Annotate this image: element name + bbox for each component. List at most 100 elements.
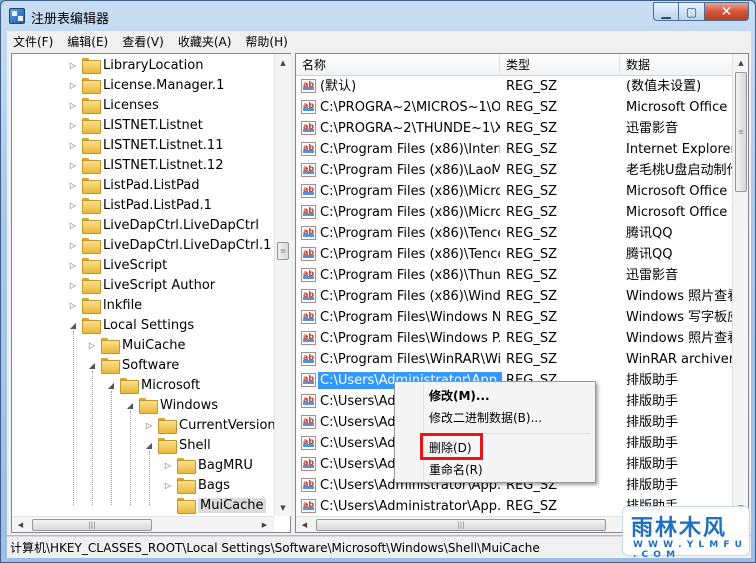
tree-expand-icon[interactable]: ▷: [68, 220, 78, 230]
tree-expand-icon[interactable]: ▷: [68, 260, 78, 270]
table-row[interactable]: ab C:\Program Files (x86)\Wind... REG_SZ Wi…: [296, 286, 734, 307]
tree-scroll-thumb[interactable]: ≡: [277, 242, 289, 260]
tree-collapse-icon[interactable]: ◢: [87, 360, 97, 370]
tree-vertical-scrollbar[interactable]: ▲ ≡ ▼: [274, 54, 291, 516]
tree-expand-icon[interactable]: ▷: [68, 280, 78, 290]
tree-node[interactable]: ▷ License.Manager.1: [68, 75, 224, 95]
table-row[interactable]: ab C:\Program Files (x86)\LaoM... REG_SZ 老毛…: [296, 160, 734, 181]
tree-expand-icon[interactable]: ▷: [87, 340, 97, 350]
folder-icon: [82, 318, 101, 334]
tree-node[interactable]: ▷ LiveScript: [68, 255, 167, 275]
tree-expand-icon[interactable]: ▷: [68, 100, 78, 110]
tree-node-label: Microsoft: [141, 377, 201, 393]
table-row[interactable]: ab C:\Program Files\WinRAR\Wi... REG_SZ Win…: [296, 349, 734, 370]
tree-node[interactable]: ▷ Bags: [163, 475, 230, 495]
tree-expand-icon[interactable]: ▷: [68, 140, 78, 150]
tree-scroll-right-icon[interactable]: ▶: [256, 517, 273, 533]
context-menu-modify-binary[interactable]: 修改二进制数据(B)...: [397, 407, 593, 429]
table-row[interactable]: ab C:\Program Files\Windows N... REG_SZ Win…: [296, 307, 734, 328]
tree-node[interactable]: ▷ LibraryLocation: [68, 55, 203, 75]
column-header-type[interactable]: 类型: [500, 54, 620, 76]
cell-data: Internet Explorer: [626, 142, 734, 157]
list-hscroll-thumb[interactable]: |||: [316, 519, 606, 531]
table-row[interactable]: ab (默认) REG_SZ (数值未设置): [296, 76, 734, 97]
tree-node[interactable]: ▷ lnkfile: [68, 295, 142, 315]
tree-node[interactable]: ▷ MuiCache: [87, 335, 186, 355]
menu-edit[interactable]: 编辑(E): [67, 33, 108, 50]
list-scroll-left-icon[interactable]: ◀: [296, 517, 313, 532]
title-bar[interactable]: 注册表编辑器 ▁ ▢ ✕: [1, 1, 755, 31]
tree-node[interactable]: ▷ BagMRU: [163, 455, 253, 475]
tree-scroll-left-icon[interactable]: ◀: [12, 517, 29, 533]
tree-expand-icon[interactable]: ▷: [68, 160, 78, 170]
folder-icon: [82, 78, 101, 94]
context-menu-rename[interactable]: 重命名(R): [397, 459, 593, 481]
tree-expand-icon[interactable]: ▷: [68, 80, 78, 90]
tree-node[interactable]: ◢ Local Settings: [68, 315, 194, 335]
menu-help[interactable]: 帮助(H): [245, 33, 287, 50]
table-row[interactable]: ab C:\Program Files (x86)\Thund... REG_SZ 迅…: [296, 265, 734, 286]
menu-view[interactable]: 查看(V): [122, 33, 164, 50]
tree-node[interactable]: ▷ LiveScript Author: [68, 275, 215, 295]
tree-node[interactable]: ▷ LiveDapCtrl.LiveDapCtrl.1: [68, 235, 271, 255]
cell-type: REG_SZ: [506, 184, 557, 199]
registry-tree-pane[interactable]: ▷ LibraryLocation ▷ License.Manager.1 ▷ Licen…: [11, 53, 291, 533]
tree-expand-icon[interactable]: ▷: [68, 180, 78, 190]
table-row[interactable]: ab C:\Program Files\Windows P... REG_SZ Win…: [296, 328, 734, 349]
tree-expand-icon[interactable]: ▷: [144, 420, 154, 430]
tree-expand-icon[interactable]: ▷: [68, 60, 78, 70]
context-menu-modify[interactable]: 修改(M)...: [397, 385, 593, 407]
column-header-name[interactable]: 名称: [296, 54, 500, 76]
tree-collapse-icon[interactable]: ◢: [68, 320, 78, 330]
tree-expand-icon[interactable]: ▷: [163, 460, 173, 470]
maximize-button[interactable]: ▢: [679, 2, 705, 21]
tree-node[interactable]: MuiCache: [163, 495, 266, 514]
tree-node[interactable]: ▷ LiveDapCtrl.LiveDapCtrl: [68, 215, 259, 235]
tree-collapse-icon[interactable]: ◢: [144, 440, 154, 450]
tree-expand-icon[interactable]: ▷: [68, 300, 78, 310]
tree-node[interactable]: ◢ Windows: [125, 395, 218, 415]
tree-node[interactable]: ◢ Microsoft: [106, 375, 200, 395]
tree-hscroll-thumb[interactable]: |||: [32, 519, 152, 531]
table-row[interactable]: ab C:\Program Files (x86)\Tence... REG_SZ 腾…: [296, 244, 734, 265]
tree-node-label: LiveScript Author: [103, 277, 216, 293]
tree-collapse-icon[interactable]: ◢: [125, 400, 135, 410]
string-value-icon: ab: [301, 205, 316, 219]
minimize-button[interactable]: ▁: [653, 2, 679, 21]
tree-node[interactable]: ◢ Shell: [144, 435, 211, 455]
tree-collapse-icon[interactable]: ◢: [106, 380, 116, 390]
folder-icon: [82, 238, 101, 254]
table-row[interactable]: ab C:\Program Files (x86)\Micro... REG_SZ M…: [296, 202, 734, 223]
table-row[interactable]: ab C:\PROGRA~2\MICROS~1\O... REG_SZ Microso…: [296, 97, 734, 118]
list-vertical-scrollbar[interactable]: ▲ ≡ ▼: [732, 54, 748, 516]
table-row[interactable]: ab C:\Program Files (x86)\Intern... REG_SZ…: [296, 139, 734, 160]
tree-horizontal-scrollbar[interactable]: ◀ ||| ▶: [12, 516, 274, 532]
tree-node[interactable]: ▷ ListPad.ListPad: [68, 175, 200, 195]
tree-node[interactable]: ▷ Licenses: [68, 95, 159, 115]
folder-icon: [177, 458, 196, 474]
tree-expand-icon[interactable]: ▷: [68, 240, 78, 250]
menu-file[interactable]: 文件(F): [13, 33, 53, 50]
tree-expand-icon[interactable]: ▷: [68, 120, 78, 130]
tree-node[interactable]: ◢ Software: [87, 355, 179, 375]
tree-scroll-down-icon[interactable]: ▼: [275, 499, 291, 516]
close-button[interactable]: ✕: [705, 2, 749, 21]
tree-node[interactable]: ▷ CurrentVersion: [144, 415, 276, 435]
folder-icon: [82, 218, 101, 234]
table-row[interactable]: ab C:\Program Files (x86)\Micro... REG_SZ M…: [296, 181, 734, 202]
tree-expand-icon[interactable]: ▷: [163, 480, 173, 490]
table-row[interactable]: ab C:\Program Files (x86)\Tence... REG_SZ 腾…: [296, 223, 734, 244]
list-scroll-thumb[interactable]: ≡: [735, 72, 747, 192]
tree-node-label: License.Manager.1: [103, 77, 225, 93]
menu-favorites[interactable]: 收藏夹(A): [178, 33, 232, 50]
list-scroll-up-icon[interactable]: ▲: [733, 54, 748, 71]
tree-scroll-up-icon[interactable]: ▲: [275, 54, 291, 71]
string-value-icon: ab: [301, 247, 316, 261]
tree-expand-icon[interactable]: ▷: [68, 200, 78, 210]
column-header-data[interactable]: 数据: [620, 54, 734, 76]
tree-node[interactable]: ▷ LISTNET.Listnet: [68, 115, 203, 135]
tree-node[interactable]: ▷ LISTNET.Listnet.11: [68, 135, 223, 155]
tree-node[interactable]: ▷ LISTNET.Listnet.12: [68, 155, 223, 175]
table-row[interactable]: ab C:\PROGRA~2\THUNDE~1\X... REG_SZ 迅雷影音: [296, 118, 734, 139]
tree-node[interactable]: ▷ ListPad.ListPad.1: [68, 195, 212, 215]
